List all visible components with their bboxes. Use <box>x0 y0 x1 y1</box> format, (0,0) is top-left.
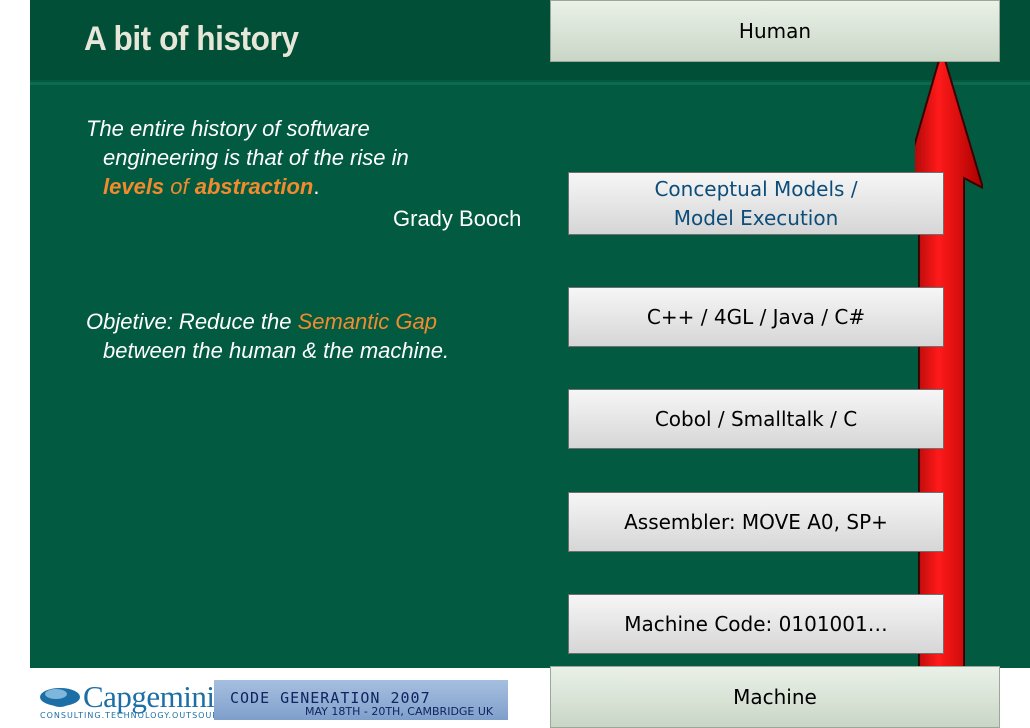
ladder-level-conceptual-models: Conceptual Models / Model Execution <box>568 172 944 235</box>
quote-abstraction: abstraction <box>194 174 314 199</box>
ladder-level-1-line-2: Model Execution <box>673 205 839 230</box>
quote-line-3: levels of abstraction. <box>86 172 566 201</box>
objective-text: Objetive: Reduce the Semantic Gap betwee… <box>86 307 566 365</box>
capgemini-tagline: CONSULTING.TECHNOLOGY.OUTSOURCING <box>40 711 243 720</box>
quote-levels: levels <box>103 174 165 199</box>
quote-of: of <box>164 174 195 199</box>
quote-line-1: The entire history of software <box>86 116 370 141</box>
quote-author: Grady Booch <box>393 206 522 231</box>
quote-line-2: engineering is that of the rise in <box>103 145 409 170</box>
ladder-level-assembler: Assembler: MOVE A0, SP+ <box>568 492 944 552</box>
slide-title: A bit of history <box>84 20 299 58</box>
objective-prefix: Objetive: Reduce the <box>86 309 298 334</box>
ladder-level-cpp-java: C++ / 4GL / Java / C# <box>568 287 944 347</box>
objective-highlight: Semantic Gap <box>297 309 437 334</box>
title-divider <box>30 82 1030 85</box>
conference-date: MAY 18TH - 20TH, CAMBRIDGE UK <box>305 705 494 718</box>
ladder-top-human: Human <box>550 0 1000 62</box>
booch-quote: The entire history of software engineeri… <box>86 114 566 201</box>
ladder-level-machine-code: Machine Code: 0101001… <box>568 594 944 654</box>
capgemini-wordmark: Capgemini <box>83 679 215 714</box>
up-arrow-icon <box>915 50 983 679</box>
quote-period: . <box>313 174 320 199</box>
ladder-bottom-machine: Machine <box>550 666 1000 728</box>
ladder-level-cobol-smalltalk: Cobol / Smalltalk / C <box>568 389 944 449</box>
objective-line-2: between the human & the machine. <box>103 338 450 363</box>
slide: A bit of history The entire history of s… <box>0 0 1030 728</box>
ladder-level-1-line-1: Conceptual Models / <box>654 176 858 201</box>
